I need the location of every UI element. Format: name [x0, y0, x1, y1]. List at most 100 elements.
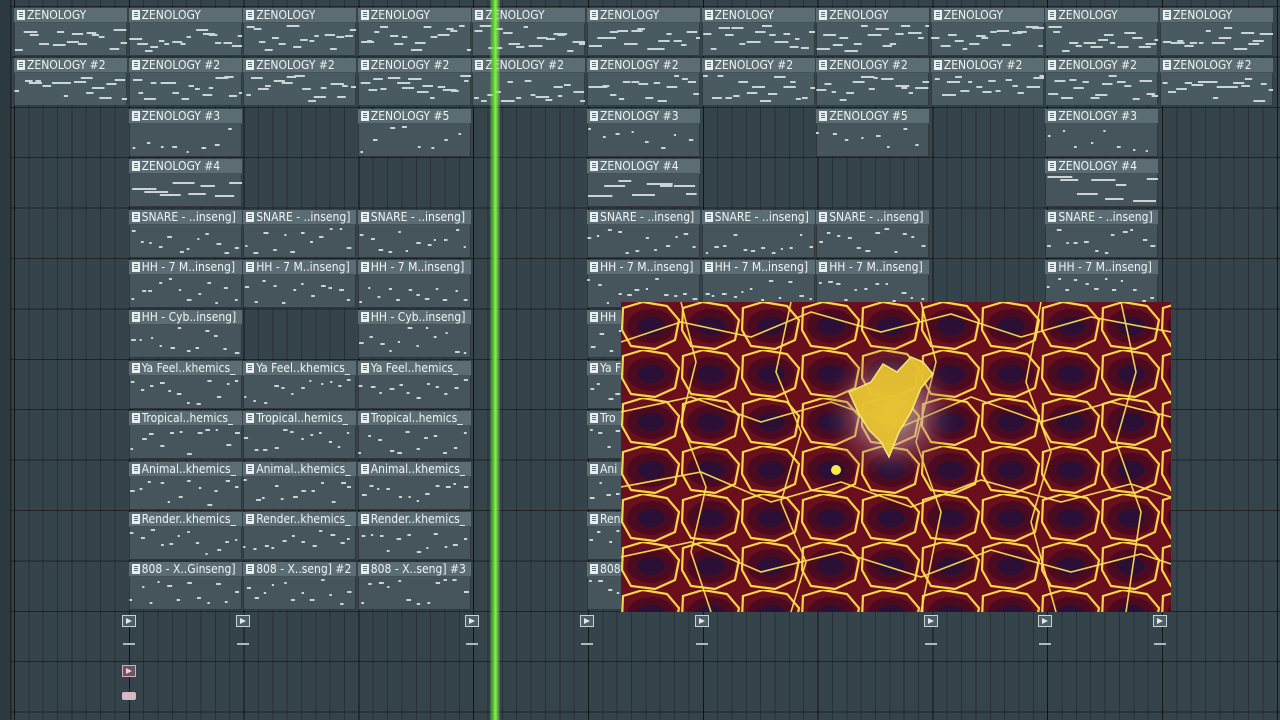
clip-header[interactable]: Ya Feel..khemics_ [128, 360, 242, 376]
pattern-icon[interactable] [590, 110, 598, 121]
marker-icon[interactable] [236, 615, 251, 627]
playlist-area[interactable]: ZENOLOGY ZENOLOGY ZENOLOGY ZENOLOGY ZENOLOGY… [0, 0, 1280, 720]
clip-header[interactable]: SNARE - ..inseng] [243, 209, 357, 225]
track-header-strip[interactable] [0, 0, 11, 720]
clip-header[interactable]: ZENOLOGY #2 [243, 58, 357, 74]
clip-header[interactable]: ZENOLOGY #2 [14, 58, 127, 74]
pattern-clip[interactable]: ZENOLOGY [930, 8, 1044, 56]
marker-icon[interactable] [580, 615, 594, 627]
clip-header[interactable]: HH - Cyb..inseng] [357, 310, 471, 326]
clip-header[interactable]: ZENOLOGY #3 [1045, 108, 1159, 124]
marker-icon[interactable] [1153, 615, 1167, 627]
pattern-icon[interactable] [360, 413, 369, 424]
clip-header[interactable]: SNARE - ..inseng] [357, 209, 471, 225]
pattern-icon[interactable] [360, 463, 369, 474]
pattern-clip[interactable]: ZENOLOGY [701, 8, 815, 56]
pattern-icon[interactable] [475, 10, 484, 20]
pattern-clip[interactable]: HH - 7 M..inseng] [128, 260, 242, 308]
clip-header[interactable]: ZENOLOGY [243, 8, 357, 23]
clip-header[interactable]: SNARE - ..inseng] [1045, 209, 1159, 225]
pattern-icon[interactable] [131, 514, 140, 524]
pattern-clip[interactable]: SNARE - ..inseng] [701, 209, 815, 258]
pattern-icon[interactable] [17, 60, 25, 71]
clip-header[interactable]: Tropical..hemics_ [128, 411, 242, 427]
clip-header[interactable]: Animal..khemics_ [128, 461, 242, 477]
pattern-icon[interactable] [131, 312, 140, 323]
pattern-icon[interactable] [819, 110, 828, 121]
pattern-clip[interactable]: ZENOLOGY #2 [357, 58, 471, 107]
pattern-clip[interactable]: ZENOLOGY [587, 8, 700, 56]
pattern-icon[interactable] [704, 211, 713, 222]
pattern-clip[interactable]: Render..khemics_ [128, 512, 242, 560]
pattern-icon[interactable] [246, 413, 255, 424]
pattern-clip[interactable]: ZENOLOGY [816, 8, 930, 56]
pattern-icon[interactable] [131, 211, 140, 222]
automation-clip-icon[interactable] [121, 692, 136, 700]
pattern-clip[interactable]: HH - 7 M..inseng] [587, 260, 700, 308]
marker-icon[interactable] [1038, 615, 1053, 627]
clip-header[interactable]: HH - 7 M..inseng] [701, 260, 815, 275]
pattern-icon[interactable] [131, 564, 140, 575]
marker-icon[interactable] [465, 615, 480, 627]
clip-header[interactable]: HH - Cyb..inseng] [128, 310, 242, 326]
pattern-clip[interactable]: ZENOLOGY #2 [1045, 58, 1159, 107]
clip-header[interactable]: ZENOLOGY [701, 8, 815, 23]
pattern-icon[interactable] [819, 60, 828, 71]
pattern-clip[interactable]: HH - 7 M..inseng] [243, 260, 357, 308]
pattern-clip[interactable]: HH - 7 M..inseng] [357, 260, 471, 308]
pattern-clip[interactable]: ZENOLOGY #2 [128, 58, 242, 107]
pattern-clip[interactable]: Render..khemics_ [357, 512, 471, 560]
clip-header[interactable]: ZENOLOGY #2 [816, 58, 930, 74]
pattern-icon[interactable] [246, 262, 255, 272]
pattern-clip[interactable]: SNARE - ..inseng] [816, 209, 930, 258]
clip-header[interactable]: ZENOLOGY #2 [1045, 58, 1159, 74]
clip-header[interactable]: SNARE - ..inseng] [701, 209, 815, 225]
pattern-clip[interactable]: Ya Feel..khemics_ [128, 360, 242, 409]
pattern-icon[interactable] [590, 564, 598, 575]
pattern-icon[interactable] [1048, 161, 1057, 172]
pattern-icon[interactable] [704, 10, 713, 20]
pattern-icon[interactable] [360, 312, 369, 323]
pattern-clip[interactable]: ZENOLOGY #2 [14, 58, 127, 107]
clip-header[interactable]: 808 - X..seng] #2 [243, 562, 357, 578]
pattern-clip[interactable]: HH - 7 M..inseng] [701, 260, 815, 308]
pattern-icon[interactable] [131, 60, 140, 71]
pattern-icon[interactable] [360, 10, 369, 20]
pattern-clip[interactable]: ZENOLOGY #3 [587, 108, 700, 157]
pattern-icon[interactable] [819, 262, 828, 272]
clip-header[interactable]: SNARE - ..inseng] [587, 209, 700, 225]
clip-header[interactable]: ZENOLOGY [816, 8, 930, 23]
clip-header[interactable]: Animal..khemics_ [243, 461, 357, 477]
pattern-icon[interactable] [590, 262, 598, 272]
pattern-clip[interactable]: ZENOLOGY [1160, 8, 1273, 56]
clip-header[interactable]: ZENOLOGY [128, 8, 242, 23]
pattern-clip[interactable]: ZENOLOGY #2 [701, 58, 815, 107]
pattern-clip[interactable]: 808 - X..seng] #2 [243, 562, 357, 611]
clip-header[interactable]: ZENOLOGY #2 [587, 58, 700, 74]
clip-header[interactable]: Render..khemics_ [243, 512, 357, 527]
pattern-icon[interactable] [246, 10, 255, 20]
pattern-clip[interactable]: ZENOLOGY #4 [587, 159, 700, 208]
pattern-icon[interactable] [590, 60, 598, 71]
pattern-clip[interactable]: Tropical..hemics_ [243, 411, 357, 460]
pattern-icon[interactable] [933, 10, 942, 20]
clip-header[interactable]: SNARE - ..inseng] [816, 209, 930, 225]
pattern-icon[interactable] [475, 60, 484, 71]
pattern-clip[interactable]: HH - 7 M..inseng] [816, 260, 930, 308]
pattern-clip[interactable]: SNARE - ..inseng] [128, 209, 242, 258]
pattern-clip[interactable]: SNARE - ..inseng] [357, 209, 471, 258]
clip-header[interactable]: Tropical..hemics_ [357, 411, 471, 427]
pattern-icon[interactable] [360, 60, 369, 71]
clip-header[interactable]: ZENOLOGY [14, 8, 127, 23]
pattern-icon[interactable] [933, 60, 942, 71]
clip-header[interactable]: ZENOLOGY #4 [128, 159, 242, 175]
pattern-clip[interactable]: ZENOLOGY #5 [357, 108, 471, 157]
pattern-clip[interactable]: ZENOLOGY #5 [816, 108, 930, 157]
pattern-clip[interactable]: ZENOLOGY #2 [930, 58, 1044, 107]
pattern-icon[interactable] [246, 362, 255, 373]
pattern-clip[interactable]: ZENOLOGY #4 [1045, 159, 1159, 208]
playhead-cursor[interactable] [490, 0, 501, 720]
pattern-icon[interactable] [1048, 262, 1057, 272]
pattern-clip[interactable]: ZENOLOGY #3 [128, 108, 242, 157]
pattern-icon[interactable] [131, 110, 140, 121]
